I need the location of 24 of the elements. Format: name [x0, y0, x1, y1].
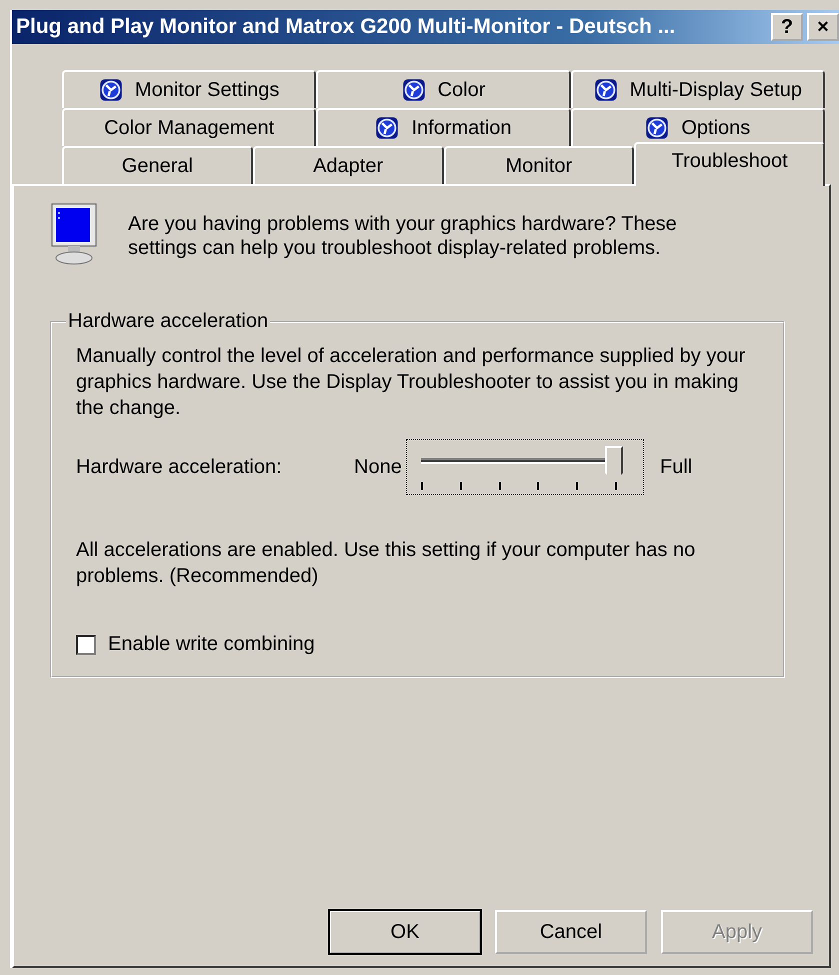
window-title: Plug and Play Monitor and Matrox G200 Multi-Monitor - Deutsch ... — [16, 15, 676, 39]
monitor-icon — [50, 202, 98, 266]
tab[interactable]: Multi-Display Setup — [570, 70, 825, 108]
dialog-button[interactable]: OK — [329, 910, 481, 954]
intro-text: Are you having problems with your graphics hardware? These settings can help you troubleshoot display-related problems. — [128, 212, 678, 260]
title-bar-button[interactable]: × — [807, 13, 839, 41]
description-text: Manually control the level of acceleration and performance supplied by your graphics hardware. Use the Display Troubleshooter to assist you in making the change. — [76, 344, 746, 421]
max-label: Full — [660, 456, 692, 478]
tab[interactable]: Information — [316, 108, 571, 146]
tab[interactable]: Color Management — [62, 108, 316, 146]
min-label: None — [354, 456, 403, 478]
tab[interactable]: Color — [316, 70, 571, 108]
tab[interactable]: Troubleshoot — [634, 142, 825, 186]
acceleration-slider[interactable] — [406, 439, 644, 495]
slider-label: Hardware acceleration: — [76, 456, 283, 478]
tab[interactable]: General — [62, 146, 253, 184]
status-text: All accelerations are enabled. Use this setting if your computer has no problems. (Recommended) — [76, 538, 696, 589]
title-bar-button[interactable]: ? — [771, 13, 803, 41]
checkbox-label: Enable write combining — [108, 633, 315, 656]
checkbox[interactable] — [76, 634, 96, 654]
tab[interactable]: Adapter — [252, 146, 444, 184]
tab[interactable]: Monitor Settings — [62, 70, 316, 108]
group-title: Hardware acceleration — [67, 310, 270, 333]
dialog-button[interactable]: Cancel — [495, 910, 647, 954]
